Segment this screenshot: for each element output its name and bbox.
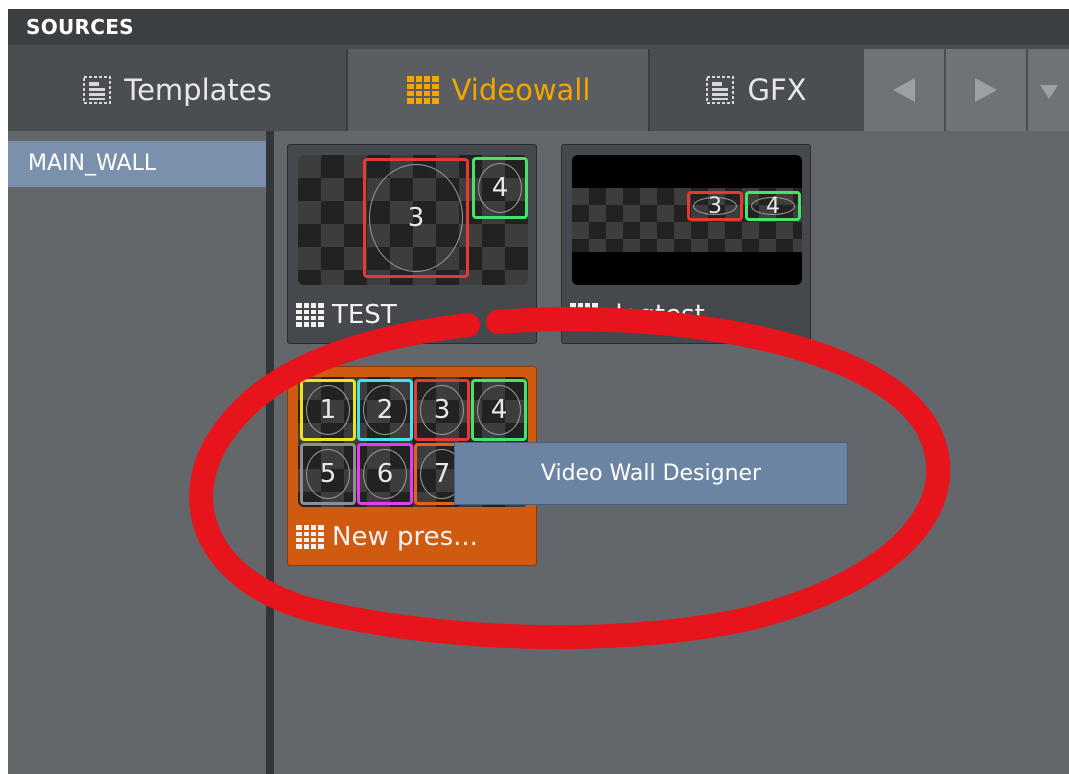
cell-number: 4: [490, 395, 508, 425]
preset-label: dogtest: [570, 295, 705, 335]
wall-cell: 2: [357, 379, 413, 441]
tab-gfx[interactable]: GFX: [650, 49, 862, 131]
context-menu-video-wall-designer[interactable]: Video Wall Designer: [454, 442, 848, 505]
preset-label: TEST: [296, 295, 397, 335]
wall-cell: 4: [471, 379, 527, 441]
panel-title: SOURCES: [8, 9, 1069, 45]
tab-templates[interactable]: Templates: [8, 49, 346, 131]
tabs-prev-button[interactable]: [864, 49, 944, 131]
cell-number: 4: [766, 193, 780, 219]
arrow-right-icon: [975, 78, 997, 102]
template-icon: [83, 76, 112, 104]
cell-number: 3: [407, 203, 425, 233]
wall-cell: 5: [300, 443, 356, 505]
preset-preview: 3 4: [572, 155, 802, 285]
preset-name: dogtest: [606, 300, 705, 330]
cell-number: 1: [319, 395, 337, 425]
tab-bar: Templates Videowall GFX: [8, 45, 1069, 131]
wall-cell: 6: [357, 443, 413, 505]
wall-cell: 3: [687, 191, 743, 221]
wall-item-main[interactable]: MAIN_WALL: [8, 141, 266, 187]
cell-number: 6: [376, 459, 394, 489]
tabs-next-button[interactable]: [946, 49, 1026, 131]
tabs-menu-button[interactable]: [1028, 49, 1069, 131]
wall-list: MAIN_WALL: [8, 131, 266, 774]
preset-preview: 3 4: [298, 155, 528, 285]
tab-videowall-label: Videowall: [451, 73, 591, 107]
wall-cell: 3: [363, 158, 469, 278]
wall-cell: 4: [472, 157, 528, 219]
chevron-down-icon: [1039, 85, 1058, 99]
cell-number: 5: [319, 459, 337, 489]
preset-thumbnail[interactable]: 3 4 dogtest: [561, 144, 811, 344]
tab-gfx-label: GFX: [747, 73, 807, 107]
preset-label: New pres...: [296, 517, 478, 557]
videowall-icon: [406, 76, 439, 104]
cell-number: 4: [491, 173, 509, 203]
splitter[interactable]: [266, 131, 274, 774]
wall-cell: 4: [745, 191, 801, 221]
tab-templates-label: Templates: [124, 73, 272, 107]
tab-videowall[interactable]: Videowall: [348, 49, 648, 131]
preset-name: TEST: [332, 300, 397, 330]
cell-number: 2: [376, 395, 394, 425]
videowall-icon: [296, 303, 324, 327]
sources-panel: SOURCES Templates Videowall GFX MAIN_WAL…: [8, 9, 1069, 774]
cell-number: 3: [708, 193, 722, 219]
videowall-icon: [570, 303, 598, 327]
preset-thumbnail[interactable]: 3 4 TEST: [287, 144, 537, 344]
cell-number: 7: [433, 459, 451, 489]
preset-name: New pres...: [332, 522, 478, 552]
wall-cell: 1: [300, 379, 356, 441]
wall-cell: 3: [414, 379, 470, 441]
videowall-icon: [296, 525, 324, 549]
template-icon: [706, 76, 735, 104]
arrow-left-icon: [893, 78, 915, 102]
cell-number: 3: [433, 395, 451, 425]
